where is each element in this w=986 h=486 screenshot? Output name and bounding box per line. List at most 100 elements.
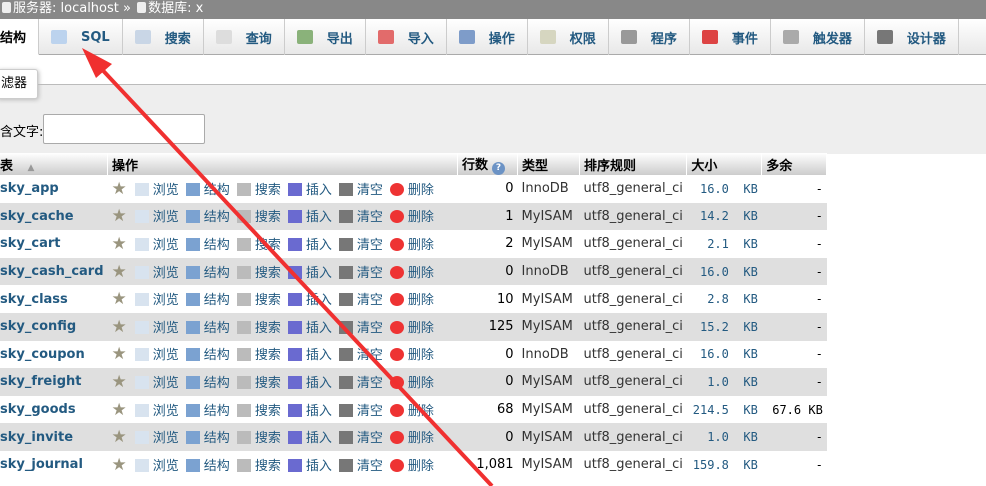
favorite-star-icon[interactable]: ★ (112, 317, 127, 337)
insert-action[interactable]: 插入 (287, 375, 332, 391)
structure-action[interactable]: 结构 (185, 182, 230, 198)
favorite-star-icon[interactable]: ★ (112, 179, 127, 199)
search-action[interactable]: 搜索 (236, 210, 281, 225)
insert-action[interactable]: 插入 (287, 293, 332, 308)
structure-action[interactable]: 结构 (185, 320, 230, 336)
browse-action[interactable]: 浏览 (134, 210, 179, 225)
structure-action[interactable]: 结构 (185, 265, 230, 281)
insert-action[interactable]: 插入 (287, 320, 332, 336)
empty-action[interactable]: 清空 (338, 403, 383, 419)
structure-action[interactable]: 结构 (185, 237, 230, 253)
drop-action[interactable]: 删除 (389, 293, 434, 308)
tab-9[interactable]: 事件 (690, 19, 771, 55)
tab-0[interactable]: 结构 (0, 19, 40, 55)
browse-action[interactable]: 浏览 (134, 182, 179, 198)
empty-action[interactable]: 清空 (338, 265, 383, 281)
tab-3[interactable]: 查询 (204, 19, 285, 55)
insert-action[interactable]: 插入 (287, 265, 332, 281)
browse-action[interactable]: 浏览 (134, 293, 179, 308)
table-name-link[interactable]: sky_freight (0, 368, 108, 396)
empty-action[interactable]: 清空 (338, 320, 383, 336)
tab-10[interactable]: 触发器 (771, 19, 865, 55)
favorite-star-icon[interactable]: ★ (112, 400, 127, 420)
insert-action[interactable]: 插入 (287, 348, 332, 363)
empty-action[interactable]: 清空 (338, 210, 383, 225)
empty-action[interactable]: 清空 (338, 431, 383, 446)
table-name-link[interactable]: sky_app (0, 175, 108, 203)
table-name-link[interactable]: sky_invite (0, 423, 108, 451)
favorite-star-icon[interactable]: ★ (112, 372, 127, 392)
insert-action[interactable]: 插入 (287, 431, 332, 446)
tab-2[interactable]: 搜索 (123, 19, 204, 55)
help-icon[interactable]: ? (492, 161, 506, 175)
tab-5[interactable]: 导入 (366, 19, 447, 55)
insert-action[interactable]: 插入 (287, 403, 332, 419)
search-action[interactable]: 搜索 (236, 348, 281, 363)
drop-action[interactable]: 删除 (389, 375, 434, 391)
size[interactable]: 2.8 KB (686, 285, 762, 313)
insert-action[interactable]: 插入 (287, 458, 332, 474)
browse-action[interactable]: 浏览 (134, 265, 179, 281)
search-action[interactable]: 搜索 (236, 182, 281, 198)
favorite-star-icon[interactable]: ★ (112, 262, 127, 282)
structure-action[interactable]: 结构 (185, 210, 230, 225)
browse-action[interactable]: 浏览 (134, 431, 179, 446)
drop-action[interactable]: 删除 (389, 403, 434, 419)
favorite-star-icon[interactable]: ★ (112, 206, 127, 226)
favorite-star-icon[interactable]: ★ (112, 455, 127, 475)
header-overhead[interactable]: 多余 (761, 153, 828, 175)
search-action[interactable]: 搜索 (236, 375, 281, 391)
header-rows[interactable]: 行数? (457, 153, 519, 175)
favorite-star-icon[interactable]: ★ (112, 234, 127, 254)
empty-action[interactable]: 清空 (338, 348, 383, 363)
search-action[interactable]: 搜索 (236, 293, 281, 308)
drop-action[interactable]: 删除 (389, 210, 434, 225)
browse-action[interactable]: 浏览 (134, 458, 179, 474)
drop-action[interactable]: 删除 (389, 237, 434, 253)
tab-8[interactable]: 程序 (609, 19, 690, 55)
table-name-link[interactable]: sky_class (0, 285, 108, 313)
empty-action[interactable]: 清空 (338, 375, 383, 391)
header-size[interactable]: 大小 (686, 153, 763, 175)
browse-action[interactable]: 浏览 (134, 237, 179, 253)
tab-11[interactable]: 设计器 (865, 19, 959, 55)
filter-input[interactable] (43, 114, 205, 144)
size[interactable]: 16.0 KB (686, 175, 762, 203)
size[interactable]: 159.8 KB (686, 450, 762, 479)
browse-action[interactable]: 浏览 (134, 348, 179, 363)
table-name-link[interactable]: sky_goods (0, 395, 108, 424)
size[interactable]: 15.2 KB (686, 312, 762, 341)
favorite-star-icon[interactable]: ★ (112, 427, 127, 447)
structure-action[interactable]: 结构 (185, 293, 230, 308)
drop-action[interactable]: 删除 (389, 458, 434, 474)
table-name-link[interactable]: sky_cart (0, 230, 108, 258)
search-action[interactable]: 搜索 (236, 237, 281, 253)
search-action[interactable]: 搜索 (236, 431, 281, 446)
breadcrumb-database[interactable]: 数据库: x (148, 1, 203, 16)
tab-4[interactable]: 导出 (285, 19, 366, 55)
search-action[interactable]: 搜索 (236, 265, 281, 281)
empty-action[interactable]: 清空 (338, 293, 383, 308)
insert-action[interactable]: 插入 (287, 182, 332, 198)
header-collation[interactable]: 排序规则 (579, 153, 688, 175)
size[interactable]: 214.5 KB (686, 395, 762, 424)
size[interactable]: 16.0 KB (686, 340, 762, 369)
search-action[interactable]: 搜索 (236, 403, 281, 419)
favorite-star-icon[interactable]: ★ (112, 344, 127, 364)
drop-action[interactable]: 删除 (389, 182, 434, 198)
browse-action[interactable]: 浏览 (134, 375, 179, 391)
table-name-link[interactable]: sky_cache (0, 202, 108, 231)
empty-action[interactable]: 清空 (338, 237, 383, 253)
search-action[interactable]: 搜索 (236, 458, 281, 474)
favorite-star-icon[interactable]: ★ (112, 289, 127, 309)
structure-action[interactable]: 结构 (185, 403, 230, 419)
structure-action[interactable]: 结构 (185, 348, 230, 363)
size[interactable]: 2.1 KB (686, 230, 762, 258)
insert-action[interactable]: 插入 (287, 210, 332, 225)
size[interactable]: 14.2 KB (686, 202, 762, 231)
tab-7[interactable]: 权限 (528, 19, 609, 55)
breadcrumb-server[interactable]: 服务器: localhost (13, 1, 119, 16)
structure-action[interactable]: 结构 (185, 458, 230, 474)
browse-action[interactable]: 浏览 (134, 320, 179, 336)
filter-button[interactable]: 滤器 (0, 69, 38, 99)
